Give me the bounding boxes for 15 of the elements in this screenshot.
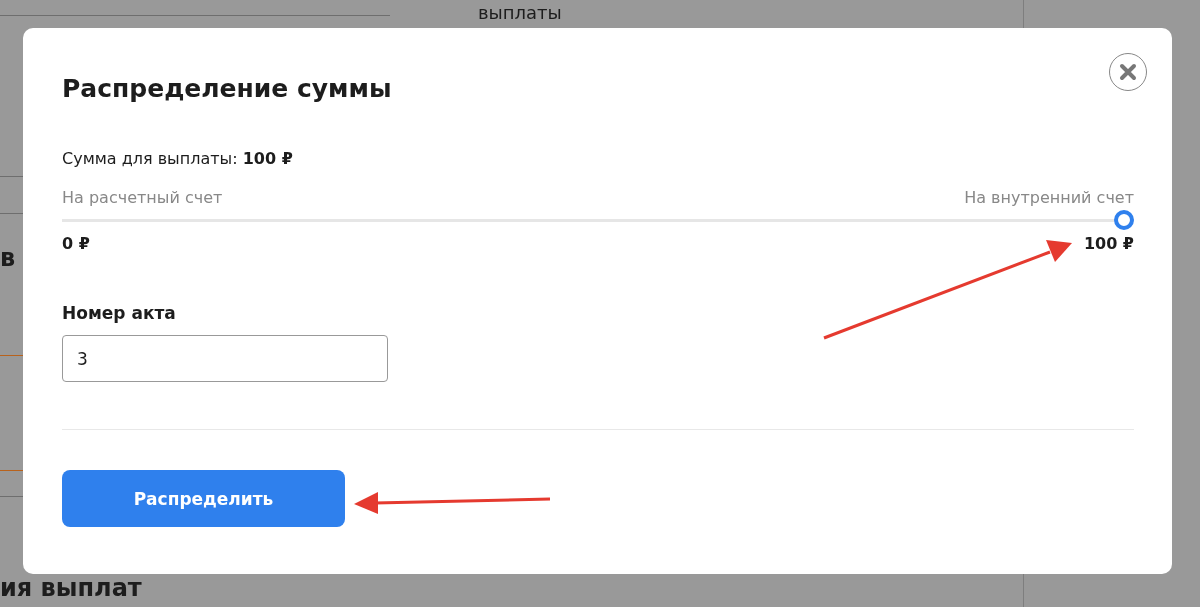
page-text: выплаты <box>478 2 562 23</box>
field-label: Номер акта <box>62 302 177 325</box>
close-icon <box>1119 63 1137 81</box>
submit-button[interactable]: Распределить <box>62 470 345 527</box>
slider-label: На расчетный счет <box>62 187 223 209</box>
amount-text: Сумма для выплаты: 100 ₽ <box>62 148 294 170</box>
slider-reading: 0 ₽ <box>62 233 90 255</box>
close-button[interactable] <box>1109 53 1147 91</box>
dialog-title: Распределение суммы <box>62 73 392 105</box>
slider-reading: 100 ₽ <box>1083 233 1134 255</box>
page-heading: ия выплат <box>0 574 142 602</box>
slider-label: На внутренний счет <box>964 187 1134 209</box>
page-heading: в <box>0 244 16 272</box>
slider-thumb[interactable] <box>1114 210 1134 230</box>
input-field[interactable]: 3 <box>62 335 388 382</box>
